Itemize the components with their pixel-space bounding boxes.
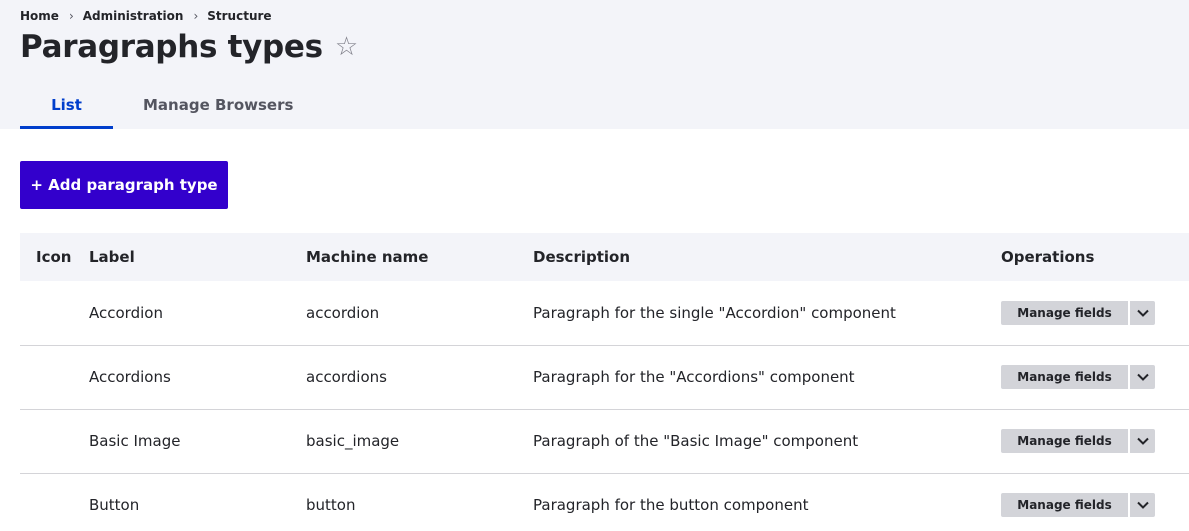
operations-dropbutton: Manage fields	[1001, 300, 1155, 325]
manage-fields-button[interactable]: Manage fields	[1001, 429, 1128, 453]
breadcrumb-home[interactable]: Home	[20, 9, 59, 23]
paragraph-types-table: Icon Label Machine name Description Oper…	[20, 233, 1189, 531]
dropbutton-toggle[interactable]	[1130, 365, 1155, 389]
cell-icon	[20, 409, 89, 473]
chevron-down-icon	[1136, 309, 1149, 317]
manage-fields-button[interactable]: Manage fields	[1001, 365, 1128, 389]
operations-dropbutton: Manage fields	[1001, 365, 1155, 389]
breadcrumb-separator-icon: ›	[193, 9, 199, 23]
cell-icon	[20, 473, 89, 531]
cell-label: Accordion	[89, 303, 163, 322]
breadcrumb-administration[interactable]: Administration	[83, 9, 184, 23]
table-header-row: Icon Label Machine name Description Oper…	[20, 233, 1189, 281]
cell-machine-name: accordions	[306, 368, 387, 386]
tabs: List Manage Browsers	[20, 84, 293, 129]
star-outline-icon[interactable]: ☆	[335, 34, 358, 60]
cell-description: Paragraph of the "Basic Image" component	[533, 432, 859, 450]
column-header-icon: Icon	[36, 248, 72, 266]
page-title-text: Paragraphs types	[20, 29, 323, 65]
chevron-down-icon	[1136, 502, 1149, 510]
tab-list[interactable]: List	[20, 84, 113, 129]
cell-operations: Manage fields	[1001, 345, 1189, 409]
column-header-machine-name: Machine name	[306, 248, 429, 266]
dropbutton-toggle[interactable]	[1130, 429, 1155, 453]
chevron-down-icon	[1136, 437, 1149, 445]
tab-manage-browsers[interactable]: Manage Browsers	[143, 84, 293, 129]
dropbutton-toggle[interactable]	[1130, 493, 1155, 518]
page-title: Paragraphs types ☆	[20, 29, 358, 65]
cell-icon	[20, 281, 89, 345]
table-row: Accordions accordions Paragraph for the …	[20, 345, 1189, 409]
column-header-operations: Operations	[1001, 248, 1095, 266]
page-header: Home › Administration › Structure Paragr…	[0, 0, 1189, 129]
column-header-label: Label	[89, 248, 135, 266]
manage-fields-button[interactable]: Manage fields	[1001, 493, 1128, 518]
cell-description: Paragraph for the single "Accordion" com…	[533, 303, 896, 322]
cell-operations: Manage fields	[1001, 473, 1189, 531]
cell-icon	[20, 345, 89, 409]
table-row: Basic Image basic_image Paragraph of the…	[20, 409, 1189, 473]
operations-dropbutton: Manage fields	[1001, 429, 1155, 453]
cell-label: Button	[89, 496, 140, 515]
cell-description: Paragraph for the "Accordions" component	[533, 368, 855, 386]
cell-label: Basic Image	[89, 432, 181, 450]
dropbutton-toggle[interactable]	[1130, 300, 1155, 325]
table-row: Button button Paragraph for the button c…	[20, 473, 1189, 531]
breadcrumb-separator-icon: ›	[68, 9, 74, 23]
cell-description: Paragraph for the button component	[533, 496, 809, 515]
operations-dropbutton: Manage fields	[1001, 493, 1155, 518]
table-row: Accordion accordion Paragraph for the si…	[20, 281, 1189, 345]
cell-machine-name: basic_image	[306, 432, 400, 450]
add-paragraph-type-button[interactable]: + Add paragraph type	[20, 161, 228, 209]
chevron-down-icon	[1136, 373, 1149, 381]
cell-operations: Manage fields	[1001, 281, 1189, 345]
column-header-description: Description	[533, 248, 631, 266]
cell-label: Accordions	[89, 368, 171, 386]
cell-machine-name: button	[306, 496, 356, 515]
cell-operations: Manage fields	[1001, 409, 1189, 473]
cell-machine-name: accordion	[306, 303, 380, 322]
breadcrumb-structure[interactable]: Structure	[207, 9, 271, 23]
manage-fields-button[interactable]: Manage fields	[1001, 300, 1128, 325]
breadcrumb: Home › Administration › Structure	[20, 9, 272, 23]
